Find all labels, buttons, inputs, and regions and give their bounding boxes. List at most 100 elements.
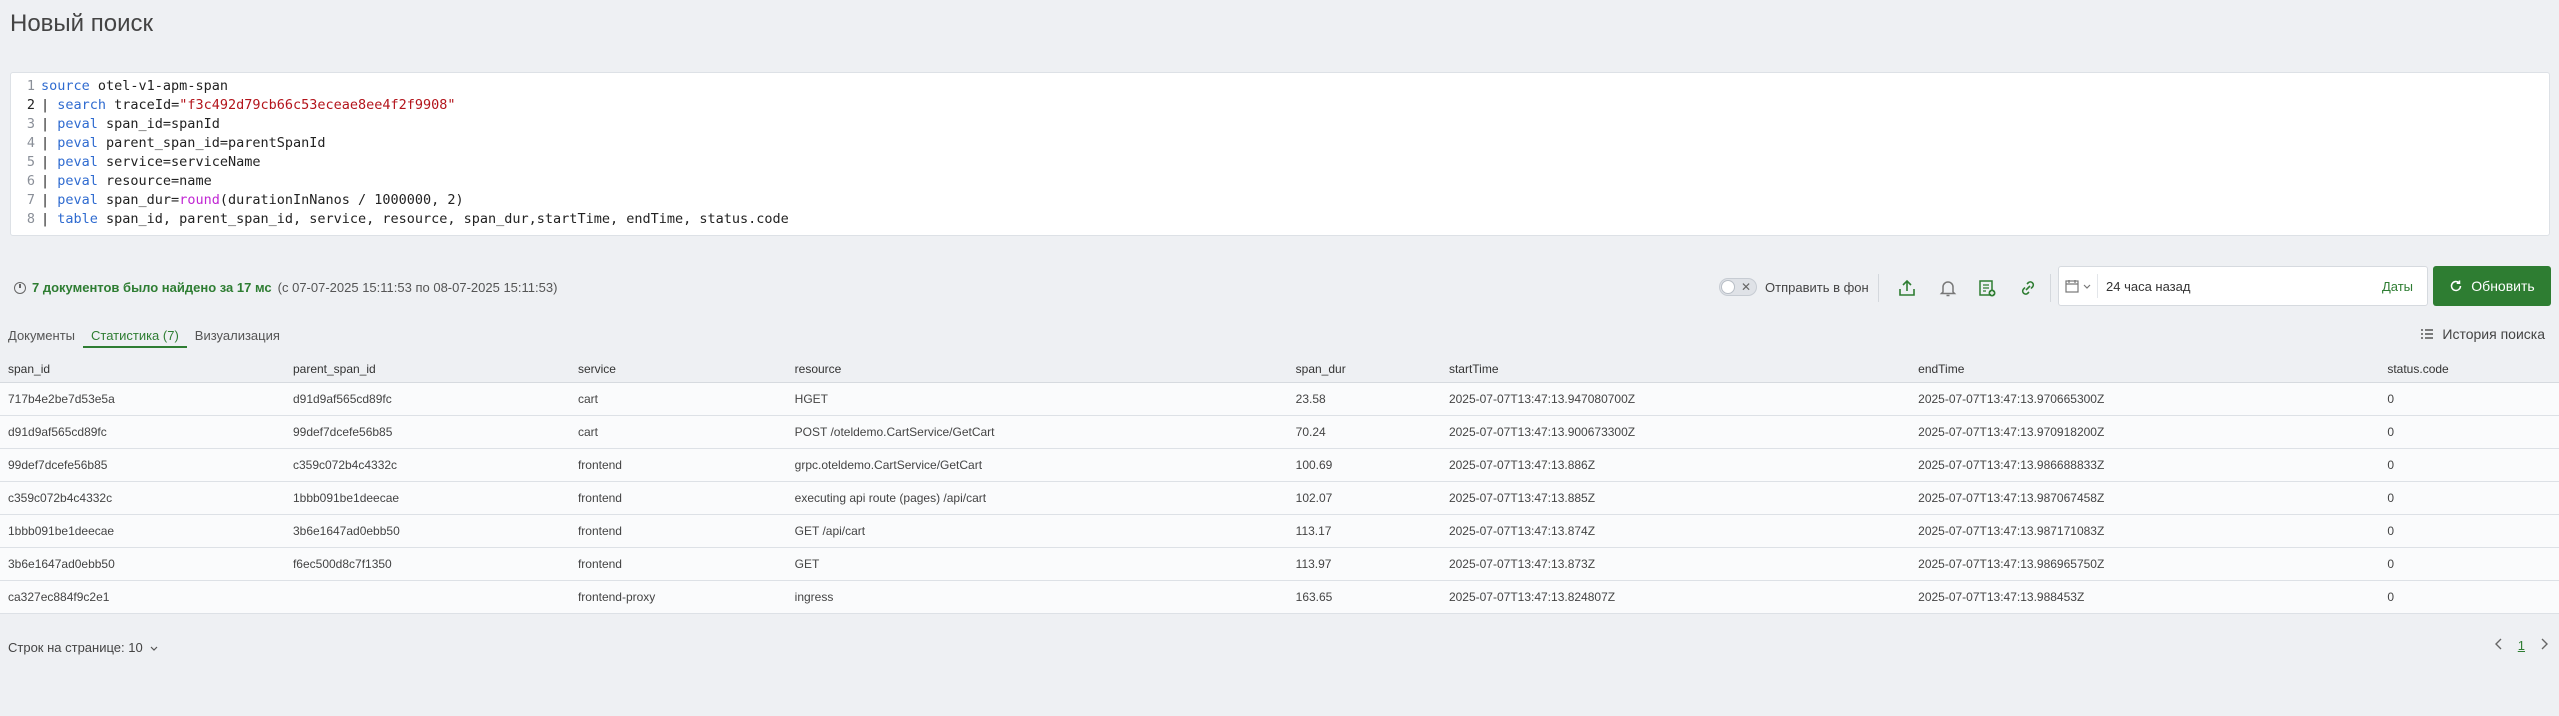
table-cell: d91d9af565cd89fc: [284, 382, 570, 416]
table-cell: ingress: [786, 580, 1288, 614]
code-line[interactable]: 5 | peval service=serviceName: [11, 153, 2549, 172]
dates-link[interactable]: Даты: [2382, 279, 2427, 294]
table-cell: frontend: [569, 448, 787, 482]
code-token: (durationInNanos / 1000000, 2): [219, 192, 464, 208]
query-editor[interactable]: 1 source otel-v1-apm-span 2 | search traceI…: [10, 72, 2550, 236]
tab-0[interactable]: Документы: [0, 324, 83, 348]
code-token: traceId=: [106, 97, 180, 113]
table-row[interactable]: 3b6e1647ad0ebb50 f6ec500d8c7f1350 frontend…: [0, 547, 2559, 581]
table-cell: executing api route (pages) /api/cart: [786, 481, 1288, 515]
code-token: search: [57, 97, 107, 113]
table-row[interactable]: 99def7dcefe56b85 c359c072b4c4332c frontend…: [0, 448, 2559, 482]
code-token: span_id=spanId: [97, 116, 220, 132]
code-line[interactable]: 4 | peval parent_span_id=parentSpanId: [11, 134, 2549, 153]
column-header[interactable]: span_id: [0, 356, 285, 383]
link-icon[interactable]: [2016, 276, 2040, 300]
table-row[interactable]: c359c072b4c4332c 1bbb091be1deecae frontend…: [0, 481, 2559, 515]
code-token: |: [41, 173, 58, 189]
code-token: resource=name: [97, 173, 212, 189]
list-icon: [2421, 329, 2434, 339]
table-cell: 717b4e2be7d53e5a: [0, 382, 285, 416]
line-number: 3: [26, 116, 35, 132]
table-cell: cart: [569, 415, 787, 449]
table-cell: frontend: [569, 514, 787, 548]
table-cell: cart: [569, 382, 787, 416]
code-token: source: [41, 78, 90, 94]
column-header[interactable]: parent_span_id: [284, 356, 570, 383]
results-count: 7 документов было найдено за 17 мс: [32, 280, 272, 295]
code-token: peval: [57, 192, 98, 208]
table-cell: 2025-07-07T13:47:13.947080700Z: [1440, 382, 1911, 416]
line-number: 1: [26, 78, 35, 94]
table-cell: d91d9af565cd89fc: [0, 415, 285, 449]
refresh-button[interactable]: Обновить: [2433, 266, 2551, 306]
calendar-icon: [2064, 280, 2079, 293]
table-row[interactable]: 717b4e2be7d53e5a d91d9af565cd89fc cart HGET…: [0, 382, 2559, 416]
table-row[interactable]: 1bbb091be1deecae 3b6e1647ad0ebb50 frontend…: [0, 514, 2559, 548]
table-row[interactable]: ca327ec884f9c2e1 frontend-proxy ingress 163…: [0, 580, 2559, 614]
page-number[interactable]: 1: [2518, 638, 2525, 653]
line-number: 7: [26, 192, 35, 208]
code-line[interactable]: 6 | peval resource=name: [11, 172, 2549, 191]
time-range-input[interactable]: 24 часа назад: [2098, 279, 2382, 294]
table-cell: 2025-07-07T13:47:13.987067458Z: [1910, 481, 2380, 515]
code-token: parent_span_id=parentSpanId: [97, 135, 326, 151]
column-header[interactable]: startTime: [1440, 356, 1911, 383]
export-icon[interactable]: [1895, 276, 1919, 300]
table-row[interactable]: d91d9af565cd89fc 99def7dcefe56b85 cart POST…: [0, 415, 2559, 449]
code-token: otel-v1-apm-span: [89, 78, 228, 94]
table-cell: ca327ec884f9c2e1: [0, 580, 285, 614]
code-token: |: [41, 135, 58, 151]
search-history-button[interactable]: История поиска: [2420, 326, 2545, 342]
code-token: span_dur=: [97, 192, 180, 208]
code-line[interactable]: 7 | peval span_dur= round (durationInNanos …: [11, 191, 2549, 210]
prev-page-button[interactable]: [2494, 638, 2504, 653]
table-cell: frontend: [569, 481, 787, 515]
code-token: peval: [57, 154, 98, 170]
results-toolbar: 7 документов было найдено за 17 мс (с 07…: [0, 266, 2559, 310]
table-cell: 1bbb091be1deecae: [0, 514, 285, 548]
column-header[interactable]: resource: [786, 356, 1288, 383]
code-line[interactable]: 3 | peval span_id=spanId: [11, 115, 2549, 134]
column-header[interactable]: endTime: [1910, 356, 2380, 383]
code-token: |: [41, 116, 58, 132]
table-cell: grpc.oteldemo.CartService/GetCart: [786, 448, 1288, 482]
table-cell: frontend: [569, 547, 787, 581]
add-report-icon[interactable]: [1975, 276, 1999, 300]
background-label: Отправить в фон: [1765, 279, 1869, 295]
rows-per-page-select[interactable]: Строк на странице: 10: [8, 640, 159, 655]
table-cell: 0: [2379, 415, 2559, 449]
column-header[interactable]: span_dur: [1287, 356, 1441, 383]
bell-icon[interactable]: [1936, 276, 1960, 300]
toggle-switch[interactable]: ✕: [1719, 278, 1757, 296]
code-token: |: [41, 192, 58, 208]
next-page-button[interactable]: [2539, 638, 2549, 653]
column-header[interactable]: service: [569, 356, 787, 383]
tab-2[interactable]: Визуализация: [187, 324, 288, 348]
time-range-picker[interactable]: 24 часа назад Даты: [2058, 266, 2428, 306]
line-number: 5: [26, 154, 35, 170]
divider: [2050, 274, 2051, 302]
table-cell: 70.24: [1287, 415, 1441, 449]
table-body: 717b4e2be7d53e5a d91d9af565cd89fc cart HGET…: [0, 382, 2559, 614]
column-header[interactable]: status.code: [2379, 356, 2559, 383]
code-line[interactable]: 2 | search traceId= "f3c492d79cb66c53eceae…: [11, 96, 2549, 115]
table-cell: 2025-07-07T13:47:13.988453Z: [1910, 580, 2380, 614]
rows-per-page-label: Строк на странице: 10: [8, 640, 143, 655]
tab-1[interactable]: Статистика (7): [83, 324, 187, 348]
calendar-dropdown[interactable]: [2059, 274, 2098, 298]
table-cell: 2025-07-07T13:47:13.824807Z: [1440, 580, 1911, 614]
divider: [1878, 274, 1879, 302]
table-cell: 102.07: [1287, 481, 1441, 515]
table-cell: 0: [2379, 547, 2559, 581]
background-toggle[interactable]: ✕ Отправить в фон: [1719, 278, 1869, 296]
table-cell: GET /api/cart: [786, 514, 1288, 548]
chevron-left-icon: [2494, 638, 2502, 650]
code-token: service=serviceName: [97, 154, 261, 170]
table-cell: POST /oteldemo.CartService/GetCart: [786, 415, 1288, 449]
line-number: 2: [26, 97, 35, 113]
code-line[interactable]: 8 | table span_id, parent_span_id, servic…: [11, 210, 2549, 229]
code-line[interactable]: 1 source otel-v1-apm-span: [11, 77, 2549, 96]
toggle-knob: [1721, 280, 1735, 294]
code-token: round: [179, 192, 220, 208]
